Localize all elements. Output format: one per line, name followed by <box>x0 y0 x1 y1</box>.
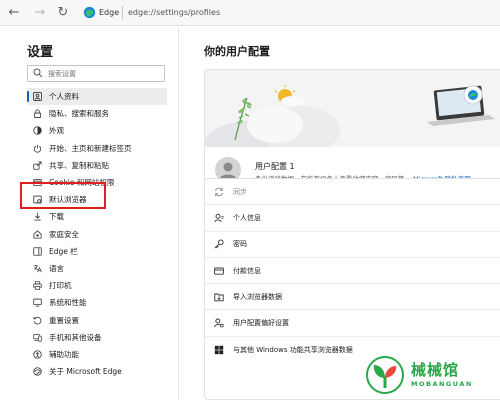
key-icon <box>214 239 224 249</box>
sidebar-item-label: 重置设置 <box>49 315 79 325</box>
list-item-payment-info[interactable]: 付款信息 <box>205 258 500 285</box>
address-browser-name: Edge <box>99 8 120 17</box>
sidebar-item-label: 外观 <box>49 126 64 136</box>
highlight-box <box>20 182 106 209</box>
reset-icon <box>33 316 42 324</box>
search-input[interactable] <box>48 68 160 80</box>
address-url[interactable]: edge://settings/profiles <box>128 6 220 19</box>
sidebar-item-family[interactable]: 家庭安全 <box>27 226 167 243</box>
edge-logo-icon <box>33 367 42 376</box>
list-item-passwords[interactable]: 密码 <box>205 232 500 258</box>
forward-icon[interactable]: → <box>32 5 48 21</box>
sidebar-item-label: 家庭安全 <box>49 229 79 239</box>
profile-settings-icon <box>214 318 224 328</box>
list-item-label: 与其他 Windows 功能共享浏览器数据 <box>233 345 353 354</box>
phone-icon <box>33 333 42 342</box>
windows-icon <box>214 345 224 355</box>
sidebar-title: 设置 <box>27 45 54 60</box>
download-icon <box>34 213 41 221</box>
sidebar-item-label: 辅助功能 <box>49 349 79 359</box>
printer-icon <box>33 281 42 290</box>
list-item-sync[interactable]: 同步 <box>205 179 500 206</box>
card-icon <box>214 267 224 275</box>
search-box[interactable] <box>27 65 165 82</box>
main-content: 你的用户配置 用户配置 1 同步 个人信息 密码 付款信息 导入浏览器数据 用户… <box>179 27 500 400</box>
sidebar-item-accessibility[interactable]: 辅助功能 <box>27 346 167 363</box>
sidebar-item-reset[interactable]: 重置设置 <box>27 311 167 328</box>
sidebar-item-label: 关于 Microsoft Edge <box>49 367 122 377</box>
language-icon <box>33 264 42 273</box>
power-icon <box>33 144 42 153</box>
list-item-label: 同步 <box>233 187 247 196</box>
profile-name: 用户配置 1 <box>255 162 295 171</box>
sidebar-item-appearance[interactable]: 外观 <box>27 122 167 139</box>
appearance-icon <box>33 126 42 136</box>
sidebar-item-label: 开始、主页和新建标签页 <box>49 143 132 153</box>
list-item-label: 用户配置偏好设置 <box>233 319 289 328</box>
person-icon <box>33 92 42 102</box>
settings-sidebar: 设置 个人资料 隐私、搜索和服务 外观 开始、主页和新建标签页 共享、复制和粘贴 <box>0 27 178 400</box>
sidebar-item-downloads[interactable]: 下载 <box>27 208 167 225</box>
sync-icon <box>215 187 223 196</box>
browser-toolbar: ← → ↻ Edge edge://settings/profiles <box>0 0 500 26</box>
system-icon <box>33 299 42 307</box>
sidebar-item-phone[interactable]: 手机和其他设备 <box>27 329 167 346</box>
sidebar-nav: 个人资料 隐私、搜索和服务 外观 开始、主页和新建标签页 共享、复制和粘贴 Co… <box>27 88 167 380</box>
list-item-label: 密码 <box>233 240 247 249</box>
list-item-personal-info[interactable]: 个人信息 <box>205 205 500 232</box>
sidebar-item-start-home[interactable]: 开始、主页和新建标签页 <box>27 140 167 157</box>
person-card-icon <box>214 213 224 223</box>
profile-banner-illustration <box>205 70 500 147</box>
sidebar-item-label: 下载 <box>49 212 64 222</box>
edge-bar-icon <box>33 247 42 256</box>
sidebar-item-label: 隐私、搜索和服务 <box>49 109 109 119</box>
sidebar-item-privacy[interactable]: 隐私、搜索和服务 <box>27 105 167 122</box>
sidebar-item-profiles[interactable]: 个人资料 <box>27 88 167 106</box>
sidebar-item-system[interactable]: 系统和性能 <box>27 294 167 311</box>
share-icon <box>33 161 42 170</box>
sidebar-item-languages[interactable]: 语言 <box>27 260 167 277</box>
sidebar-item-label: 共享、复制和粘贴 <box>49 160 109 170</box>
search-icon <box>33 68 43 78</box>
list-item-label: 个人信息 <box>233 213 261 222</box>
accessibility-icon <box>33 350 42 359</box>
list-item-label: 导入浏览器数据 <box>233 292 282 301</box>
page-title: 你的用户配置 <box>204 45 270 58</box>
watermark-text: 械械馆 <box>411 361 460 379</box>
sidebar-item-edge-bar[interactable]: Edge 栏 <box>27 243 167 260</box>
lock-icon <box>33 109 42 119</box>
watermark-logo-icon <box>366 356 404 394</box>
sidebar-item-about[interactable]: 关于 Microsoft Edge <box>27 363 167 380</box>
list-item-profile-preferences[interactable]: 用户配置偏好设置 <box>205 310 500 337</box>
edge-logo-icon <box>83 6 96 19</box>
sidebar-item-label: 个人资料 <box>49 92 79 102</box>
reload-icon[interactable]: ↻ <box>55 5 71 21</box>
back-icon[interactable]: ← <box>6 5 22 21</box>
sidebar-item-label: 打印机 <box>49 281 72 291</box>
list-item-label: 付款信息 <box>233 266 261 275</box>
sidebar-item-label: 手机和其他设备 <box>49 332 102 342</box>
list-item-import-data[interactable]: 导入浏览器数据 <box>205 284 500 311</box>
sidebar-item-label: Edge 栏 <box>49 246 78 256</box>
import-icon <box>214 293 224 302</box>
watermark: 械械馆 MOBANGUAN <box>366 356 496 400</box>
sidebar-item-label: 语言 <box>49 263 64 273</box>
sidebar-item-label: 系统和性能 <box>49 298 87 308</box>
sidebar-item-printers[interactable]: 打印机 <box>27 277 167 294</box>
family-icon <box>33 229 42 239</box>
watermark-subtext: MOBANGUAN <box>411 380 473 388</box>
address-separator <box>122 6 123 19</box>
sidebar-item-share[interactable]: 共享、复制和粘贴 <box>27 157 167 174</box>
